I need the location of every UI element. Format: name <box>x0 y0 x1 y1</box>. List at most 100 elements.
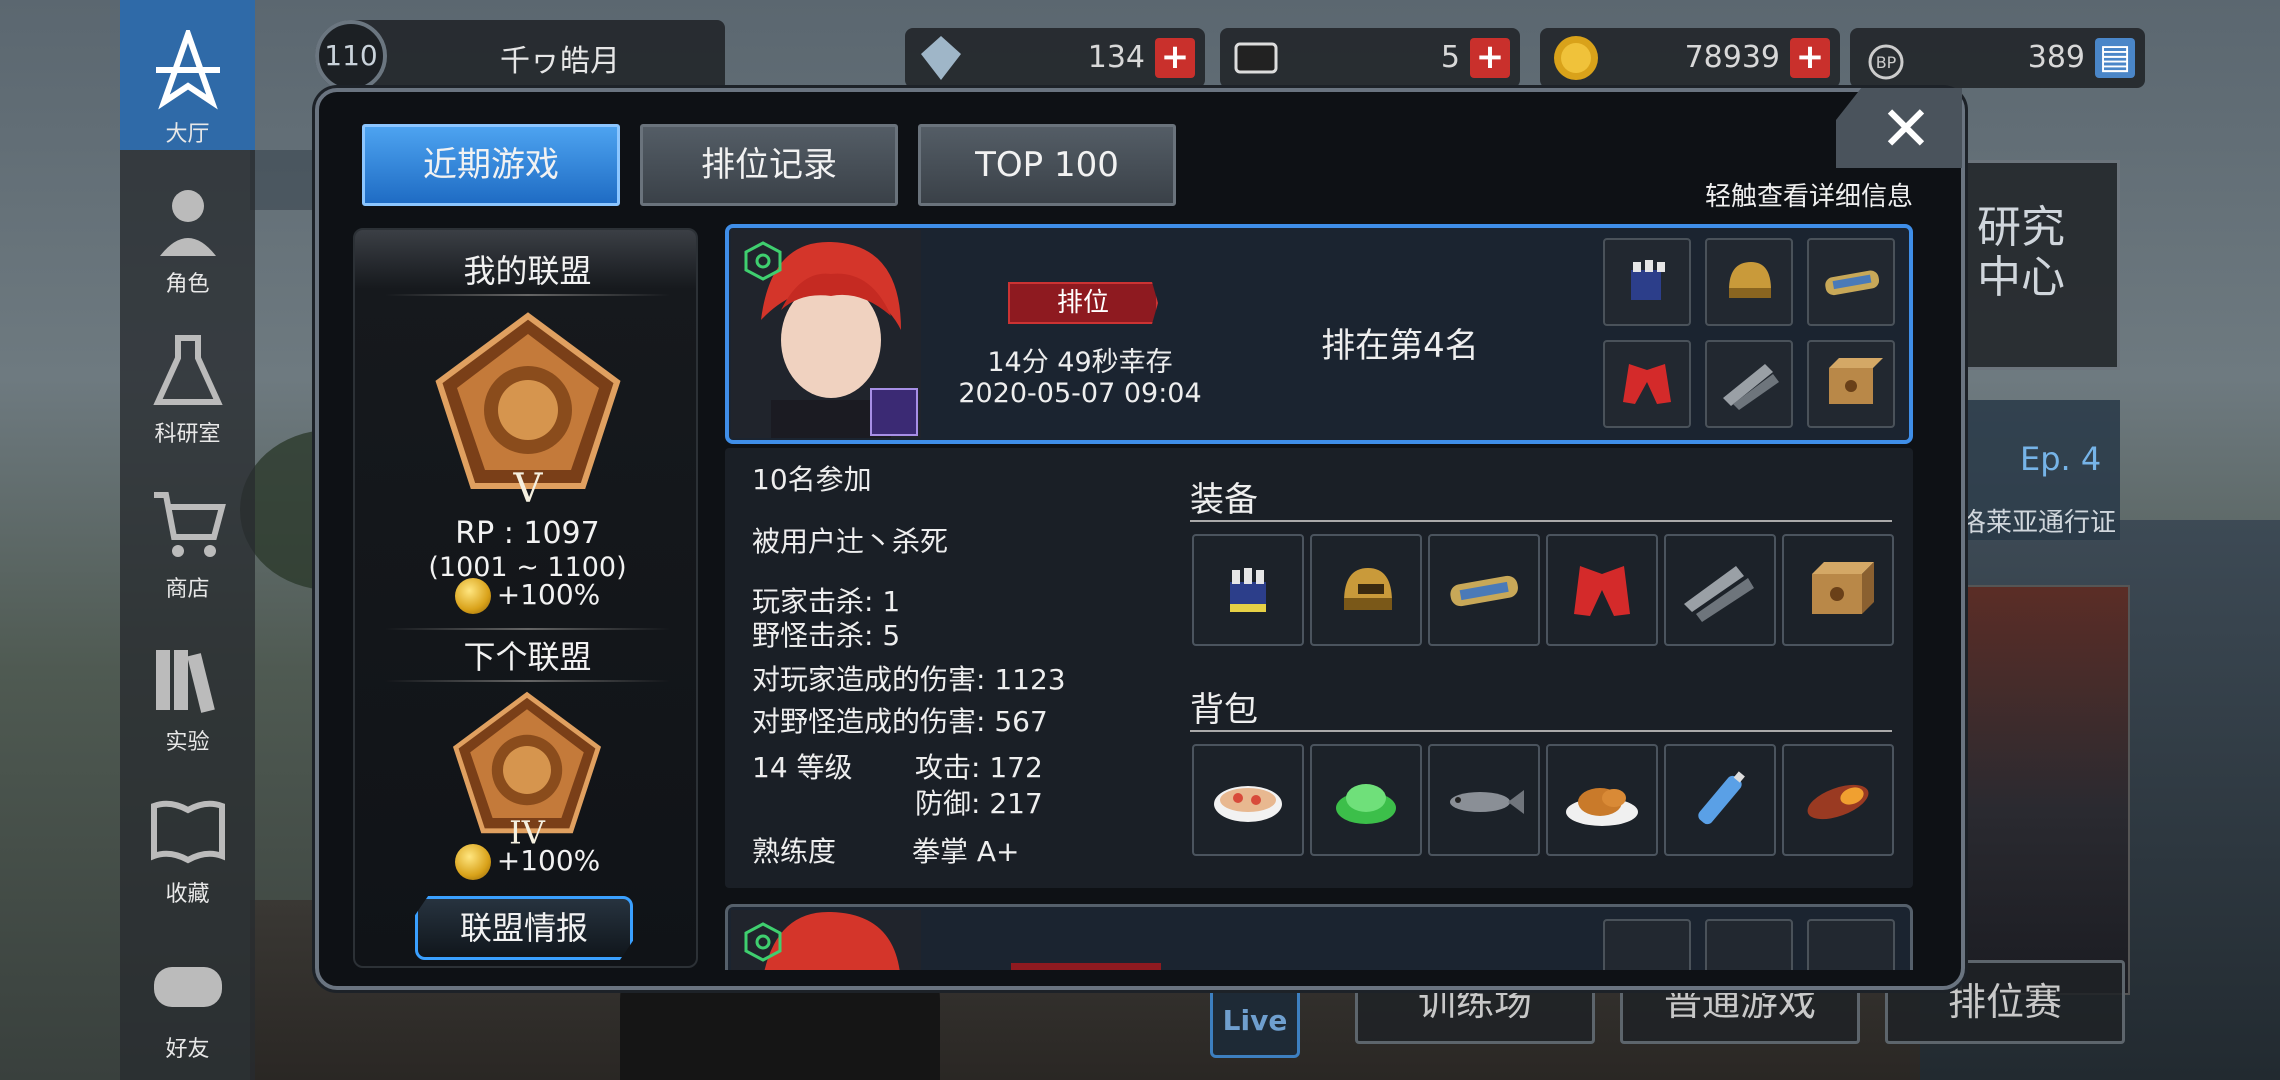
currency-crystal: 134 + <box>905 28 1205 88</box>
live-button[interactable]: Live <box>1210 984 1300 1058</box>
close-icon[interactable]: ✕ <box>1880 92 1932 165</box>
ticket-value: 5 <box>1440 40 1460 75</box>
my-league-bonus-row: +100% <box>355 578 700 614</box>
equipment-slot-3[interactable] <box>1428 534 1540 646</box>
gold-coin-icon <box>1554 36 1598 80</box>
league-info-button[interactable]: 联盟情报 <box>415 896 633 960</box>
divider <box>385 628 670 630</box>
nav-label: 实验 <box>165 730 210 755</box>
research-center-panel[interactable]: 研究 中心 <box>1950 160 2120 370</box>
card-slot-helmet <box>1705 238 1793 326</box>
nav-item-character[interactable]: 角色 <box>120 160 255 310</box>
add-gold-button[interactable]: + <box>1790 38 1830 78</box>
star-emblem-icon <box>155 30 220 110</box>
nav-item-collection[interactable]: 收藏 <box>120 770 255 920</box>
box-icon <box>1829 358 1883 404</box>
skill-icon <box>870 388 918 436</box>
helmet-icon <box>1729 262 1771 298</box>
glove-icon <box>1631 260 1665 300</box>
equipment-slot-1[interactable] <box>1192 534 1304 646</box>
currency-gold: 78939 + <box>1540 28 1840 88</box>
bracer-icon <box>1825 270 1880 296</box>
ramen-icon <box>1214 786 1282 822</box>
player-level-panel[interactable]: 110 千ヮ皓月 <box>315 20 725 92</box>
divider <box>385 680 670 682</box>
proficiency-label: 熟练度 <box>752 835 837 868</box>
backpack-title: 背包 <box>1190 690 1258 730</box>
open-book-icon <box>150 800 225 864</box>
tab-recent-games[interactable]: 近期游戏 <box>362 124 620 206</box>
nav-item-friends[interactable]: 好友 <box>120 925 255 1075</box>
backpack-slot-3[interactable] <box>1428 744 1540 856</box>
equipment-slot-4[interactable] <box>1546 534 1658 646</box>
herb-icon <box>1336 784 1396 824</box>
match-card-2[interactable] <box>725 904 1913 970</box>
card-slot-jacket <box>1603 340 1691 428</box>
participants: 10名参加 <box>752 463 872 496</box>
next-league-title: 下个联盟 <box>463 638 592 676</box>
card-slot-box <box>1807 340 1895 428</box>
card-slot-boots <box>1705 340 1793 428</box>
add-ticket-button[interactable]: + <box>1470 38 1510 78</box>
equipment-slot-2[interactable] <box>1310 534 1422 646</box>
backpack-slot-4[interactable] <box>1546 744 1658 856</box>
fish-icon <box>1450 790 1524 814</box>
tap-hint: 轻触查看详细信息 <box>1705 182 1914 212</box>
nav-item-lab[interactable]: 科研室 <box>120 310 255 460</box>
hexagon-faction-icon <box>744 922 782 962</box>
divider <box>385 294 670 296</box>
ranked-mode-badge: 排位 <box>1008 282 1158 324</box>
equipment-slot-6[interactable] <box>1782 534 1894 646</box>
cart-icon <box>153 492 226 557</box>
left-nav: 大厅 角色 科研室 商店 实验 收藏 好友 <box>120 0 255 1080</box>
tab-top-100[interactable]: TOP 100 <box>918 124 1176 206</box>
water-bottle-icon <box>1698 771 1745 825</box>
pass-episode: Ep. 4 <box>2020 440 2102 478</box>
next-league-bonus-row: +100% <box>355 844 700 880</box>
gamepad-icon <box>153 967 222 1007</box>
ticket-icon <box>1234 42 1278 74</box>
card2-slot-2 <box>1705 919 1793 970</box>
survival-time: 14分 49秒幸存 <box>987 347 1173 378</box>
helmet-icon <box>1344 568 1392 610</box>
league-panel: 我的联盟 V RP : 1097 (1001 ~ 1100) +100% 下个联… <box>353 228 698 968</box>
backpack-slot-1[interactable] <box>1192 744 1304 856</box>
nav-item-shop[interactable]: 商店 <box>120 465 255 615</box>
bp-icon-text: BP <box>1876 53 1897 72</box>
nav-item-experiment[interactable]: 实验 <box>120 618 255 768</box>
bracer-icon <box>1450 575 1518 607</box>
backpack-divider <box>1190 730 1892 732</box>
card-slot-glove <box>1603 238 1691 326</box>
backpack-slot-5[interactable] <box>1664 744 1776 856</box>
backpack-slot-6[interactable] <box>1782 744 1894 856</box>
my-league-tier: V <box>513 466 544 510</box>
box-icon <box>1812 562 1874 614</box>
bp-info-button[interactable]: ▤ <box>2095 38 2135 78</box>
killed-by: 被用户辻丶杀死 <box>752 525 949 558</box>
nav-label: 收藏 <box>165 882 210 907</box>
glove-icon <box>1230 568 1266 612</box>
card2-slot-3 <box>1807 919 1895 970</box>
sweet-potato-icon <box>1807 784 1869 820</box>
boots-icon <box>1684 566 1754 622</box>
my-league-bonus: +100% <box>496 578 601 611</box>
equipment-slot-5[interactable] <box>1664 534 1776 646</box>
backpack-slot-2[interactable] <box>1310 744 1422 856</box>
rp-value: RP : 1097 <box>455 516 600 551</box>
gold-value: 78939 <box>1684 40 1780 75</box>
nav-label: 好友 <box>165 1037 210 1062</box>
crystal-value: 134 <box>1087 40 1145 75</box>
boots-icon <box>1723 364 1779 410</box>
character-level: 14 等级 <box>752 751 853 784</box>
tab-rank-record[interactable]: 排位记录 <box>640 124 898 206</box>
nav-label: 角色 <box>165 272 210 297</box>
player-name: 千ヮ皓月 <box>500 44 620 79</box>
nav-item-lobby[interactable]: 大厅 <box>120 0 255 150</box>
equipment-title: 装备 <box>1190 480 1258 520</box>
add-crystal-button[interactable]: + <box>1155 38 1195 78</box>
next-league-bonus: +100% <box>496 844 601 877</box>
ranked-mode-badge-2 <box>1011 963 1161 970</box>
match-datetime: 2020-05-07 09:04 <box>958 378 1202 409</box>
books-icon <box>155 650 215 713</box>
jacket-icon <box>1574 566 1630 616</box>
